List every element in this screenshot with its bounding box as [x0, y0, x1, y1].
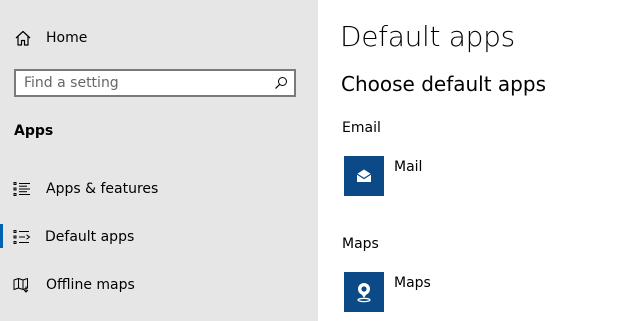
mail-app-tile[interactable]: [344, 156, 384, 196]
mail-app-name[interactable]: Mail: [394, 159, 422, 175]
category-label-maps: Maps: [342, 236, 379, 252]
maps-app-name[interactable]: Maps: [394, 275, 431, 291]
selected-indicator: [0, 224, 3, 248]
maps-icon: [357, 283, 371, 303]
section-label-apps: Apps: [14, 123, 54, 139]
sidebar-item-default-apps[interactable]: Default apps: [0, 220, 318, 256]
mail-icon: [356, 169, 372, 182]
sidebar-item-label: Apps & features: [46, 181, 159, 197]
section-title: Choose default apps: [341, 72, 546, 96]
search-box[interactable]: [14, 69, 296, 97]
home-icon: [15, 30, 31, 46]
home-label: Home: [46, 30, 88, 46]
category-label-email: Email: [342, 120, 381, 136]
home-nav-item[interactable]: Home: [0, 22, 318, 54]
sidebar-item-label: Offline maps: [46, 277, 135, 293]
sidebar-item-offline-maps[interactable]: Offline maps: [0, 268, 318, 304]
sidebar-item-apps-features[interactable]: Apps & features: [0, 172, 318, 208]
default-apps-icon: [13, 230, 31, 244]
sidebar: Home Apps Apps & features: [0, 0, 318, 321]
sidebar-item-label: Default apps: [45, 229, 135, 245]
page-title: Default apps: [340, 20, 515, 53]
search-input[interactable]: [24, 74, 274, 92]
apps-features-icon: [13, 182, 30, 196]
offline-maps-icon: [13, 278, 29, 293]
maps-app-tile[interactable]: [344, 272, 384, 312]
main-content: Default apps Choose default apps Email M…: [318, 0, 633, 321]
search-icon[interactable]: [274, 76, 288, 90]
